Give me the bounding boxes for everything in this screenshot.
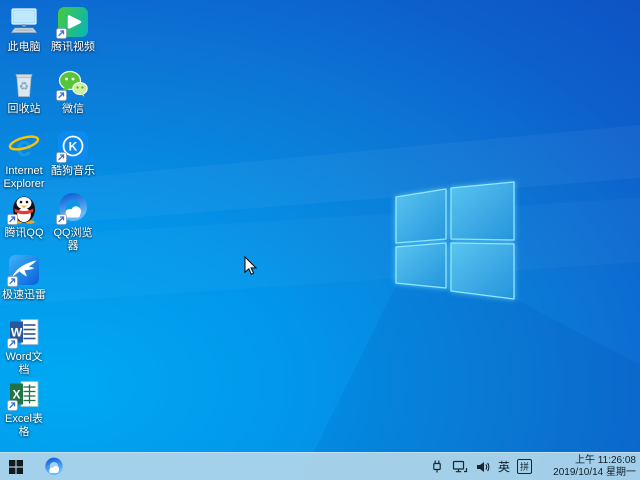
shortcut-arrow-icon xyxy=(7,214,18,225)
ime-mode-icon[interactable]: 拼 xyxy=(517,459,532,474)
desktop-icon-tencent-qq[interactable]: 腾讯QQ xyxy=(0,192,48,240)
qq-browser-icon xyxy=(57,192,89,224)
desktop-icon-kugou-music[interactable]: K 酷狗音乐 xyxy=(49,130,97,178)
taskbar: 英 拼 上午 11:26:08 2019/10/14 星期一 xyxy=(0,452,640,480)
shortcut-arrow-icon xyxy=(56,214,67,225)
icon-label: 极速迅雷 xyxy=(2,289,46,302)
icon-label: 腾讯QQ xyxy=(4,227,43,240)
shortcut-arrow-icon xyxy=(7,276,18,287)
system-tray: 英 拼 上午 11:26:08 2019/10/14 星期一 xyxy=(429,455,640,479)
taskbar-qq-browser-button[interactable] xyxy=(38,453,70,480)
desktop-icon-internet-explorer[interactable]: e Internet Explorer xyxy=(0,130,48,191)
shortcut-arrow-icon xyxy=(7,400,18,411)
language-indicator[interactable]: 英 xyxy=(498,458,510,475)
tencent-video-icon xyxy=(57,6,89,38)
desktop-icon-qq-browser[interactable]: QQ浏览器 xyxy=(49,192,97,253)
this-pc-icon xyxy=(8,6,40,38)
windows-logo-icon xyxy=(9,460,23,474)
svg-text:K: K xyxy=(69,140,78,154)
network-icon[interactable] xyxy=(452,459,468,475)
qq-browser-icon xyxy=(44,457,64,477)
start-button[interactable] xyxy=(0,453,32,480)
icon-label: 酷狗音乐 xyxy=(51,165,95,178)
desktop-icon-thunder[interactable]: 极速迅雷 xyxy=(0,254,48,302)
desktop-icon-word[interactable]: W Word文档 xyxy=(0,316,48,377)
mouse-cursor xyxy=(244,256,258,276)
desktop-icon-this-pc[interactable]: 此电脑 xyxy=(0,6,48,54)
shortcut-arrow-icon xyxy=(7,338,18,349)
tencent-qq-icon xyxy=(8,192,40,224)
volume-icon[interactable] xyxy=(475,459,491,475)
taskbar-clock[interactable]: 上午 11:26:08 2019/10/14 星期一 xyxy=(544,455,636,479)
clock-time: 上午 11:26:08 xyxy=(544,455,636,467)
shortcut-arrow-icon xyxy=(56,28,67,39)
excel-icon: X xyxy=(8,378,40,410)
desktop-icon-wechat[interactable]: 微信 xyxy=(49,68,97,116)
shortcut-arrow-icon xyxy=(56,152,67,163)
icon-label: 此电脑 xyxy=(8,41,41,54)
icon-label: QQ浏览器 xyxy=(49,227,97,253)
clock-date: 2019/10/14 星期一 xyxy=(544,467,636,479)
wechat-icon xyxy=(57,68,89,100)
kugou-music-icon: K xyxy=(57,130,89,162)
recycle-bin-icon: ♻ xyxy=(8,68,40,100)
desktop-icon-tencent-video[interactable]: 腾讯视频 xyxy=(49,6,97,54)
usb-icon[interactable] xyxy=(429,459,445,475)
internet-explorer-icon: e xyxy=(8,130,40,162)
icon-label: Internet Explorer xyxy=(0,165,48,191)
icon-label: 微信 xyxy=(62,103,84,116)
desktop-icon-recycle-bin[interactable]: ♻ 回收站 xyxy=(0,68,48,116)
desktop-icon-excel[interactable]: X Excel表格 xyxy=(0,378,48,439)
shortcut-arrow-icon xyxy=(56,90,67,101)
icon-label: 回收站 xyxy=(8,103,41,116)
svg-text:♻: ♻ xyxy=(19,81,29,93)
icon-label: Word文档 xyxy=(0,351,48,377)
word-icon: W xyxy=(8,316,40,348)
thunder-icon xyxy=(8,254,40,286)
icon-label: 腾讯视频 xyxy=(51,41,95,54)
icon-label: Excel表格 xyxy=(0,413,48,439)
